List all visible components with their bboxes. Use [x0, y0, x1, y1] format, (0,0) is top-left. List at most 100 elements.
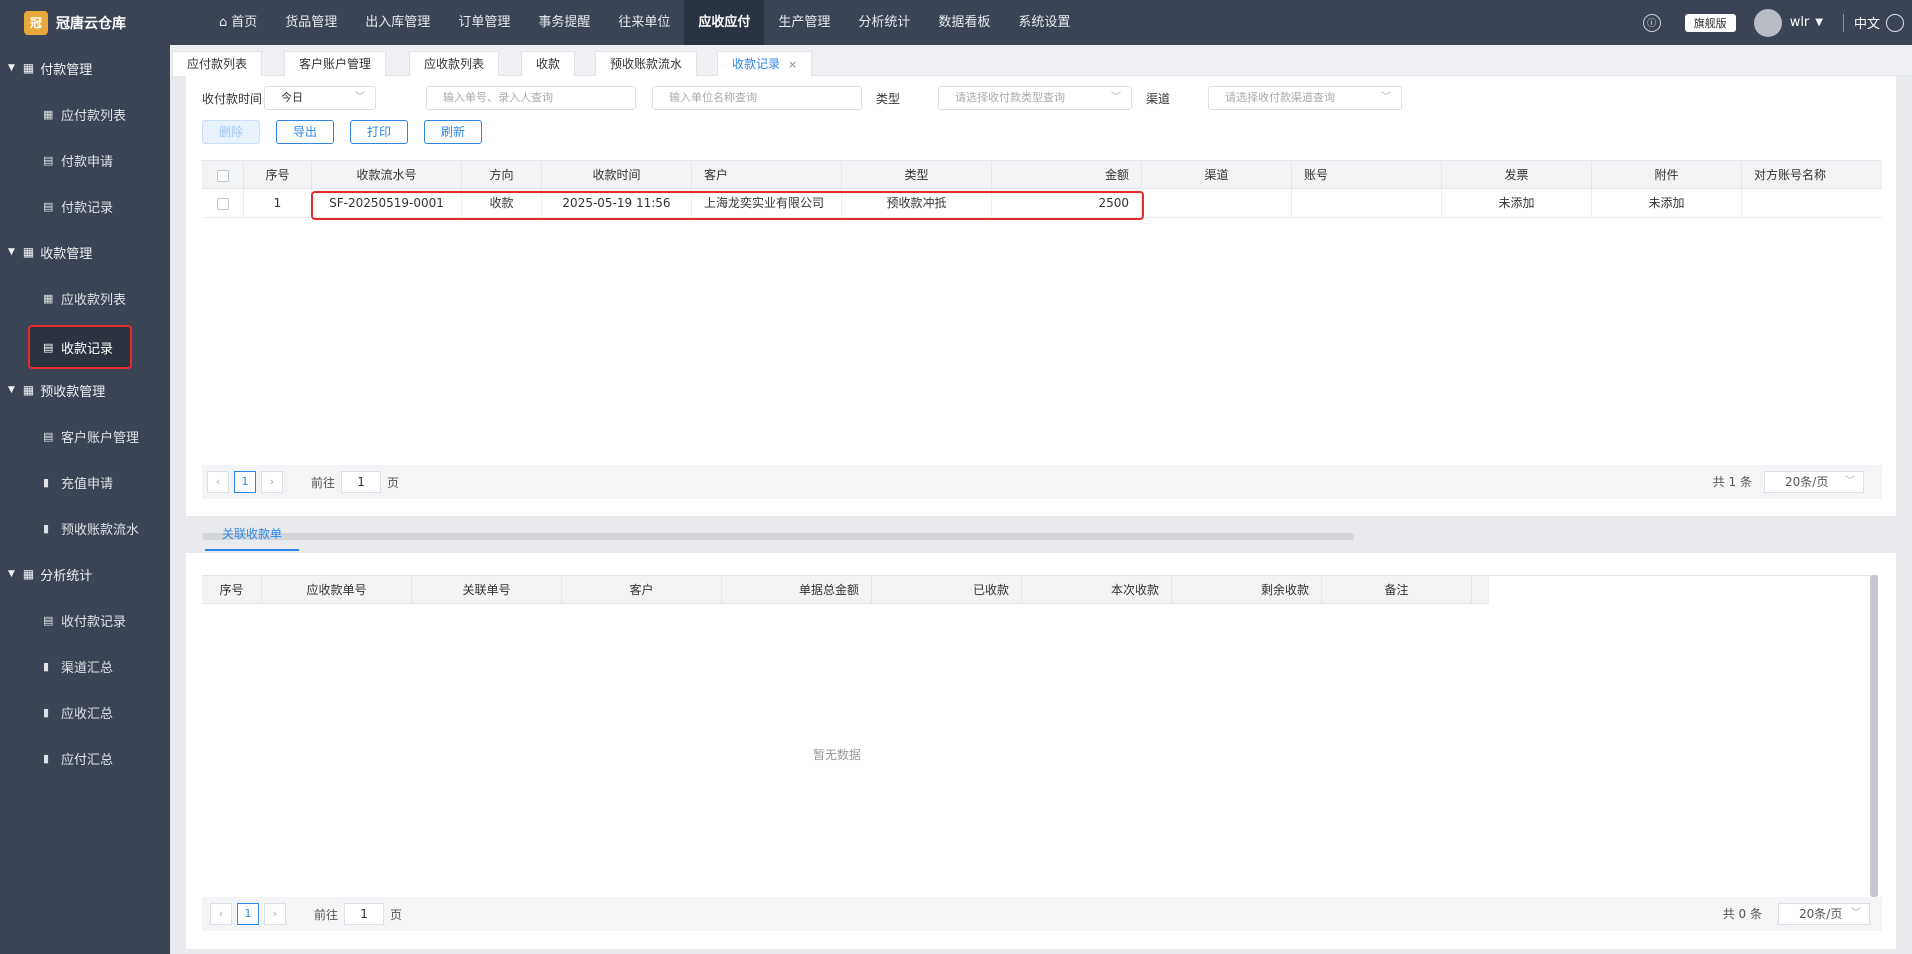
sidebar-item-all-records[interactable]: ▤ 收付款记录 [0, 597, 170, 643]
sidebar-item-channel-summary[interactable]: ▮ 渠道汇总 [0, 643, 170, 689]
prev-page-icon[interactable]: ‹ [210, 903, 232, 925]
topnav-home[interactable]: ⌂ 首页 [205, 0, 271, 45]
order-search-input[interactable]: 输入单号、录入人查询 [426, 86, 636, 110]
topnav-orders[interactable]: 订单管理 [444, 0, 524, 45]
sidebar-item-label: 收款记录 [61, 341, 114, 357]
tab-payables[interactable]: 应付款列表 [172, 51, 263, 76]
page-size-select[interactable]: 20条/页 ﹀ [1764, 471, 1864, 493]
column-header: 序号 [244, 161, 312, 188]
sidebar-item-active-box[interactable]: ▤ 收款记录 [28, 325, 132, 369]
edition-badge[interactable]: 旗舰版 [1684, 13, 1736, 32]
sidebar-item-customer-accounts[interactable]: ▤ 客户账户管理 [0, 413, 170, 459]
column-header: 附件 [1592, 161, 1742, 188]
prev-page-icon[interactable]: ‹ [207, 471, 229, 493]
username[interactable]: wlr [1790, 15, 1810, 30]
sidebar-group-receipts[interactable]: ▼ ▦ 收款管理 [0, 229, 170, 275]
language-switch[interactable]: 中文 [1854, 13, 1880, 32]
topnav-receivables[interactable]: 应收应付 [684, 0, 765, 45]
table-cell[interactable]: 未添加 [1592, 189, 1742, 217]
column-header: 本次收款 [1022, 576, 1172, 603]
select-all-checkbox[interactable] [216, 169, 229, 182]
topnav-label: 首页 [231, 15, 258, 30]
time-filter-select[interactable]: 今日 ﹀ [264, 86, 376, 110]
pagination: ‹ 1 › 前往 1 页 共 0 条 20条/页 ﹀ [202, 897, 1882, 931]
app-logo-icon: 冠 [24, 10, 48, 35]
page-unit-label: 页 [390, 907, 403, 922]
goto-page-input[interactable]: 1 [344, 903, 385, 925]
pagination: ‹ 1 › 前往 1 页 共 1 条 20条/页 ﹀ [202, 465, 1882, 499]
topnav-dashboard[interactable]: 数据看板 [924, 0, 1004, 45]
topnav-settings[interactable]: 系统设置 [1004, 0, 1084, 45]
doc-icon: ▤ [43, 340, 54, 354]
tab-receivables[interactable]: 应收款列表 [409, 51, 500, 76]
topnav-production[interactable]: 生产管理 [764, 0, 844, 45]
top-right-tools: ⓘ 旗舰版 wlr ▼ 中文 [1642, 0, 1912, 45]
sidebar-item-payment-request[interactable]: ▤ 付款申请 [0, 137, 170, 183]
sidebar-item-label: 应付款列表 [61, 108, 127, 124]
column-header: 剩余收款 [1172, 576, 1322, 603]
table-cell [1742, 189, 1882, 217]
sidebar-item-payables[interactable]: ▦ 应付款列表 [0, 91, 170, 137]
linked-receipts-table: 序号 应收款单号 关联单号 客户 单据总金额 已收款 本次收款 剩余收款 备注 [202, 575, 1878, 897]
sidebar-item-payable-summary[interactable]: ▮ 应付汇总 [0, 735, 170, 781]
sidebar-item-payment-records[interactable]: ▤ 付款记录 [0, 183, 170, 229]
export-button[interactable]: 导出 [276, 120, 334, 144]
horizontal-scrollbar[interactable] [202, 533, 1354, 540]
topnav-goods[interactable]: 货品管理 [271, 0, 351, 45]
caret-down-icon: ▼ [8, 247, 15, 257]
next-page-icon[interactable]: › [261, 471, 283, 493]
tab-receipt-records[interactable]: 收款记录 × [717, 51, 813, 76]
delete-button[interactable]: 删除 [202, 120, 260, 144]
next-page-icon[interactable]: › [264, 903, 286, 925]
page-tabs: 应付款列表 客户账户管理 应收款列表 收款 预收账款流水 收款记录 × [170, 45, 1912, 76]
unit-search-input[interactable]: 输入单位名称查询 [652, 86, 862, 110]
column-header: 客户 [562, 576, 722, 603]
sidebar-group-prepayments[interactable]: ▼ ▦ 预收款管理 [0, 367, 170, 413]
topnav-analytics[interactable]: 分析统计 [844, 0, 924, 45]
print-button[interactable]: 打印 [350, 120, 408, 144]
caret-down-icon: ▼ [8, 569, 15, 579]
type-filter-placeholder: 请选择收付款类型查询 [955, 91, 1065, 104]
sidebar-item-receipt-records[interactable]: ▤ 收款记录 [0, 321, 170, 369]
tab-prepaid-ledger[interactable]: 预收账款流水 [595, 51, 698, 76]
sidebar-item-prepaid-ledger[interactable]: ▮ 预收账款流水 [0, 505, 170, 551]
app-brand[interactable]: 冠 冠唐云仓库 [0, 0, 170, 45]
table-cell[interactable]: 未添加 [1442, 189, 1592, 217]
sidebar-item-receivables[interactable]: ▦ 应收款列表 [0, 275, 170, 321]
column-header: 收款时间 [542, 161, 692, 188]
channel-filter-select[interactable]: 请选择收付款渠道查询 ﹀ [1208, 86, 1402, 110]
sidebar-item-recharge-request[interactable]: ▮ 充值申请 [0, 459, 170, 505]
table-cell [1142, 189, 1292, 217]
topnav-partners[interactable]: 往来单位 [604, 0, 684, 45]
help-icon[interactable]: ⓘ [1642, 13, 1661, 32]
type-filter-select[interactable]: 请选择收付款类型查询 ﹀ [938, 86, 1132, 110]
refresh-button[interactable]: 刷新 [424, 120, 482, 144]
sidebar-group-payments[interactable]: ▼ ▦ 付款管理 [0, 45, 170, 91]
row-select-cell [202, 189, 244, 217]
caret-down-icon[interactable]: ▼ [1815, 17, 1823, 28]
sidebar-group-label: 收款管理 [40, 246, 93, 262]
tab-linked-receipts[interactable]: 关联收款单 [205, 523, 300, 551]
tab-customer-accounts[interactable]: 客户账户管理 [284, 51, 387, 76]
column-header: 金额 [992, 161, 1142, 188]
home-icon: ⌂ [219, 15, 228, 30]
globe-icon[interactable] [1886, 13, 1904, 32]
column-header: 已收款 [872, 576, 1022, 603]
sidebar-item-label: 收付款记录 [61, 614, 127, 630]
chevron-down-icon: ﹀ [355, 92, 365, 103]
page-number-current[interactable]: 1 [237, 903, 259, 925]
sidebar-group-analytics[interactable]: ▼ ▦ 分析统计 [0, 551, 170, 597]
vertical-scrollbar[interactable] [1870, 575, 1878, 897]
avatar[interactable] [1753, 8, 1782, 37]
topnav-reminders[interactable]: 事务提醒 [524, 0, 604, 45]
row-checkbox[interactable] [216, 197, 229, 210]
close-icon[interactable]: × [788, 58, 797, 71]
goto-page-input[interactable]: 1 [341, 471, 382, 493]
topnav-inout[interactable]: 出入库管理 [351, 0, 444, 45]
tab-receipt[interactable]: 收款 [521, 51, 576, 76]
column-header: 单据总金额 [722, 576, 872, 603]
page-number-current[interactable]: 1 [234, 471, 256, 493]
sidebar-item-receivable-summary[interactable]: ▮ 应收汇总 [0, 689, 170, 735]
page-size-select[interactable]: 20条/页 ﹀ [1778, 903, 1870, 925]
chevron-down-icon: ﹀ [1851, 908, 1861, 919]
